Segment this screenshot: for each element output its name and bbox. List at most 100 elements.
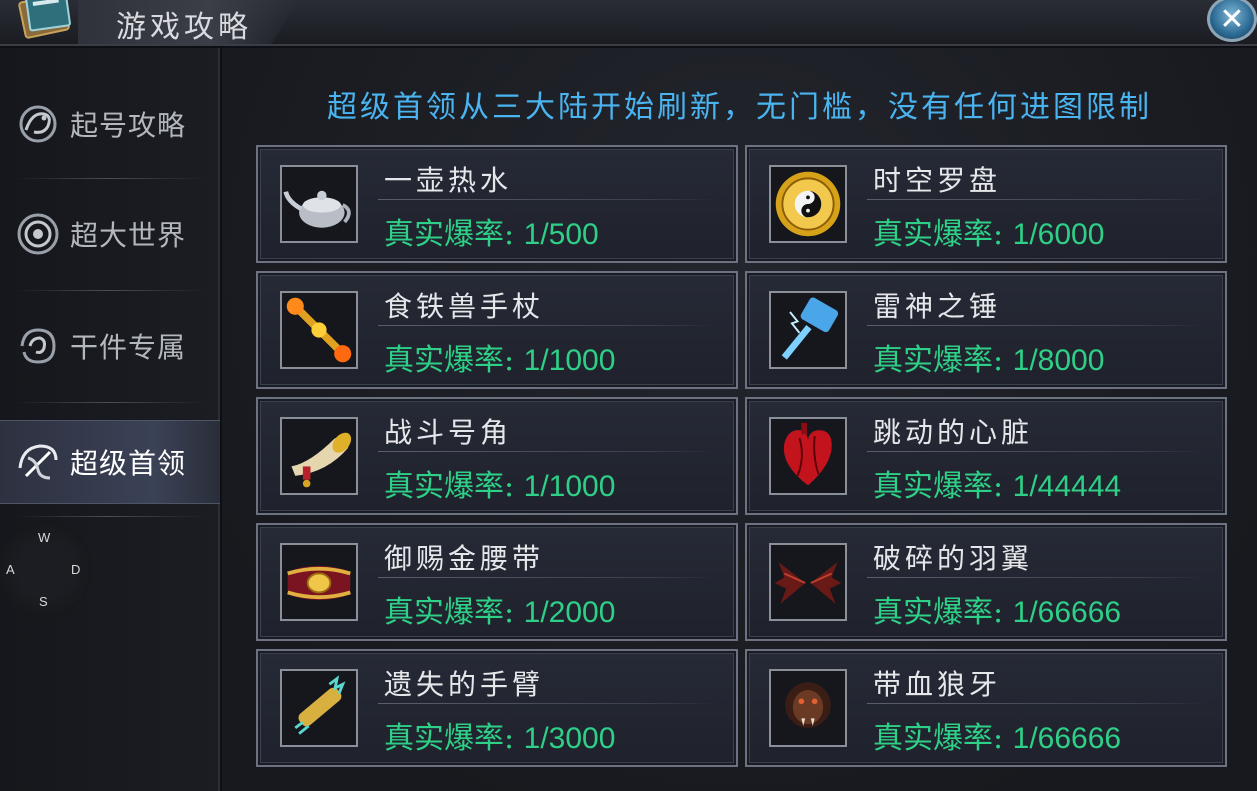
item-drop-rate: 真实爆率: 1/3000: [384, 713, 615, 757]
item-drop-rate: 真实爆率: 1/8000: [873, 335, 1104, 379]
item-card[interactable]: 跳动的心脏 真实爆率: 1/44444: [745, 397, 1227, 515]
sidebar-item-label: 超级首领: [70, 447, 187, 480]
sidebar-item-label: 干件专属: [70, 331, 187, 364]
main-panel: 超级首领从三大陆开始刷新，无门槛，没有任何进图限制 一壶热水 真实爆率: 1/5…: [222, 48, 1257, 791]
rate-label: 真实爆率:: [873, 343, 1013, 378]
item-drop-rate: 真实爆率: 1/44444: [873, 461, 1121, 505]
rate-value: 1/66666: [1012, 722, 1122, 755]
rate-value: 1/44444: [1012, 470, 1122, 503]
item-name: 战斗号角: [384, 416, 513, 449]
item-separator: [378, 703, 718, 704]
item-separator: [378, 577, 718, 578]
sidebar: 起号攻略 超大世界 干件专属 超级首领 W A D S: [0, 48, 220, 791]
item-thumb: [280, 165, 358, 243]
title-bar: 游戏攻略 ✕: [0, 0, 1257, 46]
item-name: 带血狼牙: [873, 668, 1002, 701]
boss-emblem-icon: [18, 444, 58, 480]
teapot-icon: [283, 190, 351, 228]
rate-value: 1/2000: [523, 596, 616, 629]
item-card[interactable]: 御赐金腰带 真实爆率: 1/2000: [256, 523, 738, 641]
rate-label: 真实爆率:: [873, 721, 1013, 756]
rate-label: 真实爆率:: [873, 595, 1013, 630]
rate-label: 真实爆率:: [384, 595, 524, 630]
war-horn-icon: [291, 432, 352, 488]
item-thumb: [769, 291, 847, 369]
item-drop-rate: 真实爆率: 1/1000: [384, 461, 615, 505]
rate-value: 1/1000: [523, 344, 616, 377]
item-thumb: [769, 165, 847, 243]
item-card[interactable]: 破碎的羽翼 真实爆率: 1/66666: [745, 523, 1227, 641]
broken-wings-icon: [774, 562, 842, 604]
rate-label: 真实爆率:: [384, 721, 524, 756]
item-card[interactable]: 战斗号角 真实爆率: 1/1000: [256, 397, 738, 515]
rate-value: 1/6000: [1012, 218, 1105, 251]
item-separator: [867, 199, 1207, 200]
sidebar-divider: [14, 290, 204, 291]
rate-label: 真实爆率:: [384, 469, 524, 504]
rate-label: 真实爆率:: [873, 469, 1013, 504]
item-name: 御赐金腰带: [384, 542, 545, 575]
item-separator: [867, 451, 1207, 452]
item-thumb: [280, 291, 358, 369]
item-name: 跳动的心脏: [873, 416, 1034, 449]
sidebar-item-label: 起号攻略: [70, 109, 187, 142]
item-thumb: [280, 543, 358, 621]
item-separator: [378, 451, 718, 452]
dragon-emblem-icon: [19, 105, 57, 143]
key-s: S: [39, 594, 48, 609]
sidebar-divider: [14, 516, 204, 517]
sidebar-item-exclusive[interactable]: 干件专属: [0, 304, 220, 388]
key-w: W: [38, 530, 51, 545]
sidebar-divider: [14, 178, 204, 179]
headline: 超级首领从三大陆开始刷新，无门槛，没有任何进图限制: [327, 90, 1152, 125]
sidebar-divider: [14, 402, 204, 403]
item-thumb: [280, 417, 358, 495]
item-name: 食铁兽手杖: [384, 290, 545, 323]
item-card[interactable]: 一壶热水 真实爆率: 1/500: [256, 145, 738, 263]
item-thumb: [769, 543, 847, 621]
item-drop-rate: 真实爆率: 1/1000: [384, 335, 615, 379]
item-card[interactable]: 雷神之锤 真实爆率: 1/8000: [745, 271, 1227, 389]
tribal-emblem-icon: [20, 328, 56, 364]
item-card[interactable]: 遗失的手臂 真实爆率: 1/3000: [256, 649, 738, 767]
item-separator: [867, 703, 1207, 704]
item-name: 雷神之锤: [873, 290, 1002, 323]
sidebar-item-start-guide[interactable]: 起号攻略: [0, 82, 220, 166]
item-card[interactable]: 带血狼牙 真实爆率: 1/66666: [745, 649, 1227, 767]
sidebar-item-label: 超大世界: [70, 219, 187, 252]
item-name: 一壶热水: [384, 164, 513, 197]
rate-label: 真实爆率:: [384, 217, 524, 252]
item-drop-rate: 真实爆率: 1/66666: [873, 713, 1121, 757]
rate-value: 1/1000: [523, 470, 616, 503]
item-separator: [867, 325, 1207, 326]
item-separator: [378, 199, 718, 200]
sidebar-item-big-world[interactable]: 超大世界: [0, 192, 220, 276]
window-title: 游戏攻略: [116, 10, 252, 45]
item-thumb: [280, 669, 358, 747]
golden-belt-icon: [287, 565, 351, 601]
rate-label: 真实爆率:: [873, 217, 1013, 252]
item-name: 遗失的手臂: [384, 668, 545, 701]
item-drop-rate: 真实爆率: 1/2000: [384, 587, 615, 631]
yin-yang-compass-icon: [775, 171, 841, 237]
item-name: 破碎的羽翼: [873, 542, 1034, 575]
item-separator: [867, 577, 1207, 578]
key-d: D: [71, 562, 81, 577]
item-drop-rate: 真实爆率: 1/500: [384, 209, 599, 253]
wasd-indicator: W A D S: [0, 520, 92, 620]
key-a: A: [6, 562, 15, 577]
lost-arm-icon: [294, 675, 346, 735]
item-card[interactable]: 食铁兽手杖 真实爆率: 1/1000: [256, 271, 738, 389]
book-icon: [18, 0, 71, 39]
close-button[interactable]: ✕: [1207, 0, 1257, 42]
rate-label: 真实爆率:: [384, 343, 524, 378]
item-card[interactable]: 时空罗盘 真实爆率: 1/6000: [745, 145, 1227, 263]
bloody-fang-icon: [785, 682, 831, 728]
sidebar-item-super-boss[interactable]: 超级首领: [0, 420, 220, 504]
item-thumb: [769, 417, 847, 495]
swirl-emblem-icon: [17, 213, 59, 255]
item-name: 时空罗盘: [873, 164, 1002, 197]
rate-value: 1/500: [523, 218, 599, 251]
item-separator: [378, 325, 718, 326]
close-icon: ✕: [1219, 1, 1245, 37]
